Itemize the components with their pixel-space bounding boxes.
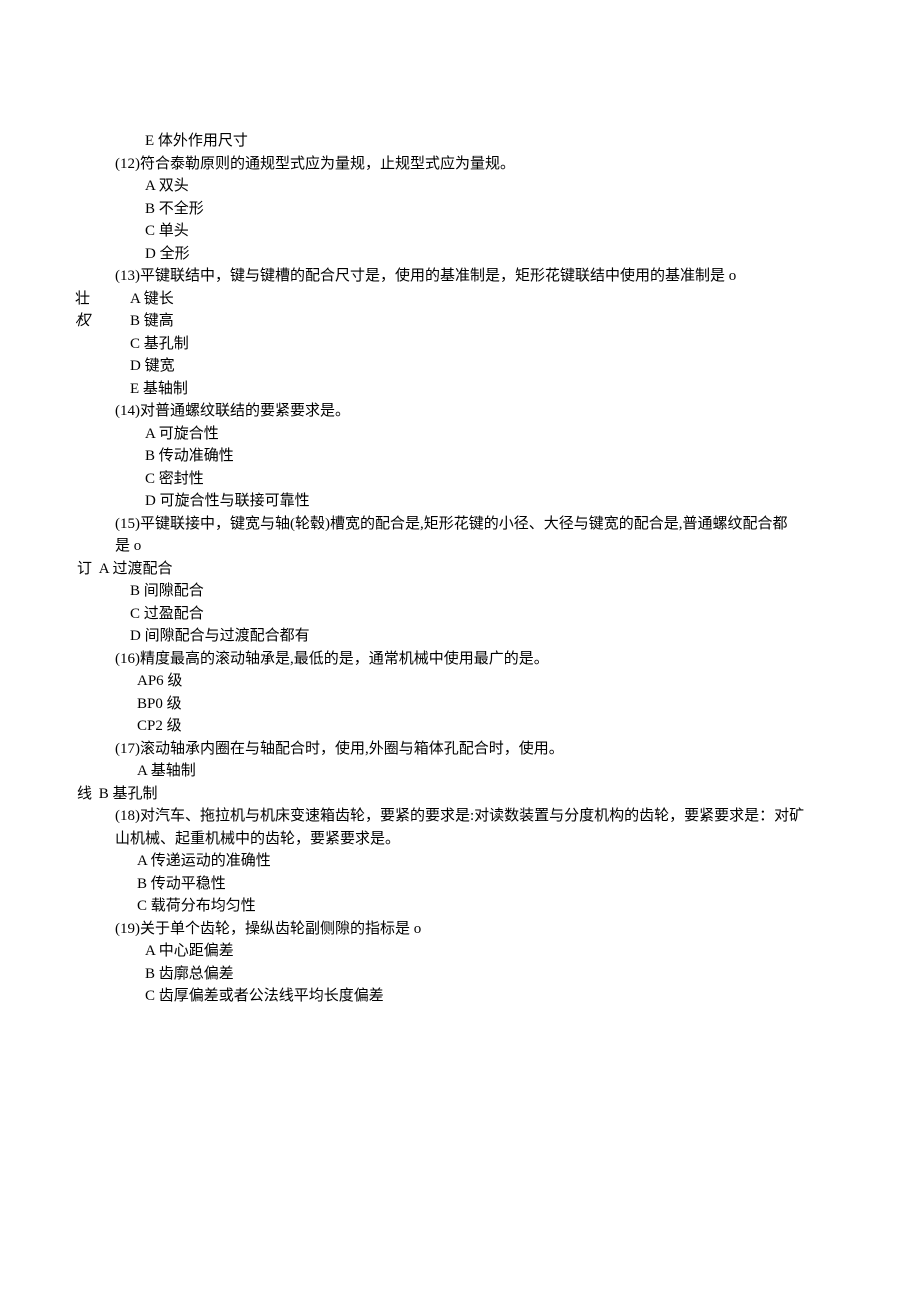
q15-option-d: D 间隙配合与过渡配合都有 xyxy=(115,625,860,648)
q13-text: (13)平键联结中，键与键槽的配合尺寸是，使用的基准制是，矩形花键联结中使用的基… xyxy=(115,265,860,288)
q12-option-b: B 不全形 xyxy=(115,198,860,221)
q19-text: (19)关于单个齿轮，操纵齿轮副侧隙的指标是 o xyxy=(115,918,860,941)
q16-option-c: CP2 级 xyxy=(115,715,860,738)
q16-option-a: AP6 级 xyxy=(115,670,860,693)
q14-text: (14)对普通螺纹联结的要紧要求是。 xyxy=(115,400,860,423)
q18-text-line1: (18)对汽车、拖拉机与机床变速箱齿轮，要紧的要求是:对读数装置与分度机构的齿轮… xyxy=(115,805,860,828)
q19-option-b: B 齿廓总偏差 xyxy=(115,963,860,986)
q12-text: (12)符合泰勒原则的通规型式应为量规，止规型式应为量规。 xyxy=(115,153,860,176)
q12-option-c: C 单头 xyxy=(115,220,860,243)
q13-option-d: D 键宽 xyxy=(115,355,860,378)
q15-option-c: C 过盈配合 xyxy=(115,603,860,626)
q18-text-line2: 山机械、起重机械中的齿轮，要紧要求是。 xyxy=(115,828,860,851)
q19-option-a: A 中心距偏差 xyxy=(115,940,860,963)
q14-option-b: B 传动准确性 xyxy=(115,445,860,468)
q13-option-e: E 基轴制 xyxy=(115,378,860,401)
q12-option-a: A 双头 xyxy=(115,175,860,198)
q15-option-b: B 间隙配合 xyxy=(115,580,860,603)
q15-option-a: A 过渡配合 xyxy=(99,561,173,577)
q18-option-b: B 传动平稳性 xyxy=(115,873,860,896)
q18-option-c: C 载荷分布均匀性 xyxy=(115,895,860,918)
margin-char-quan: 权 xyxy=(75,310,90,333)
margin-char-zhuang: 壮 xyxy=(75,288,90,311)
q15-text-line1: (15)平键联接中，键宽与轴(轮毂)槽宽的配合是,矩形花键的小径、大径与键宽的配… xyxy=(115,513,860,536)
q13-option-b: B 键高 xyxy=(115,310,860,333)
q16-option-b: BP0 级 xyxy=(115,693,860,716)
q11-option-e: E 体外作用尺寸 xyxy=(115,130,860,153)
q17-option-b: B 基孔制 xyxy=(99,786,158,802)
q14-option-a: A 可旋合性 xyxy=(115,423,860,446)
q17-option-a: A 基轴制 xyxy=(115,760,860,783)
q14-option-d: D 可旋合性与联接可靠性 xyxy=(115,490,860,513)
margin-char-ding: 订 xyxy=(77,561,92,577)
q13-option-c: C 基孔制 xyxy=(115,333,860,356)
margin-char-xian: 线 xyxy=(77,786,92,802)
q16-text: (16)精度最高的滚动轴承是,最低的是，通常机械中使用最广的是。 xyxy=(115,648,860,671)
q19-option-c: C 齿厚偏差或者公法线平均长度偏差 xyxy=(115,985,860,1008)
q15-text-line2: 是 o xyxy=(115,535,860,558)
q14-option-c: C 密封性 xyxy=(115,468,860,491)
q12-option-d: D 全形 xyxy=(115,243,860,266)
q13-option-a: A 键长 xyxy=(115,288,860,311)
q17-text: (17)滚动轴承内圈在与轴配合时，使用,外圈与箱体孔配合时，使用。 xyxy=(115,738,860,761)
q18-option-a: A 传递运动的准确性 xyxy=(115,850,860,873)
